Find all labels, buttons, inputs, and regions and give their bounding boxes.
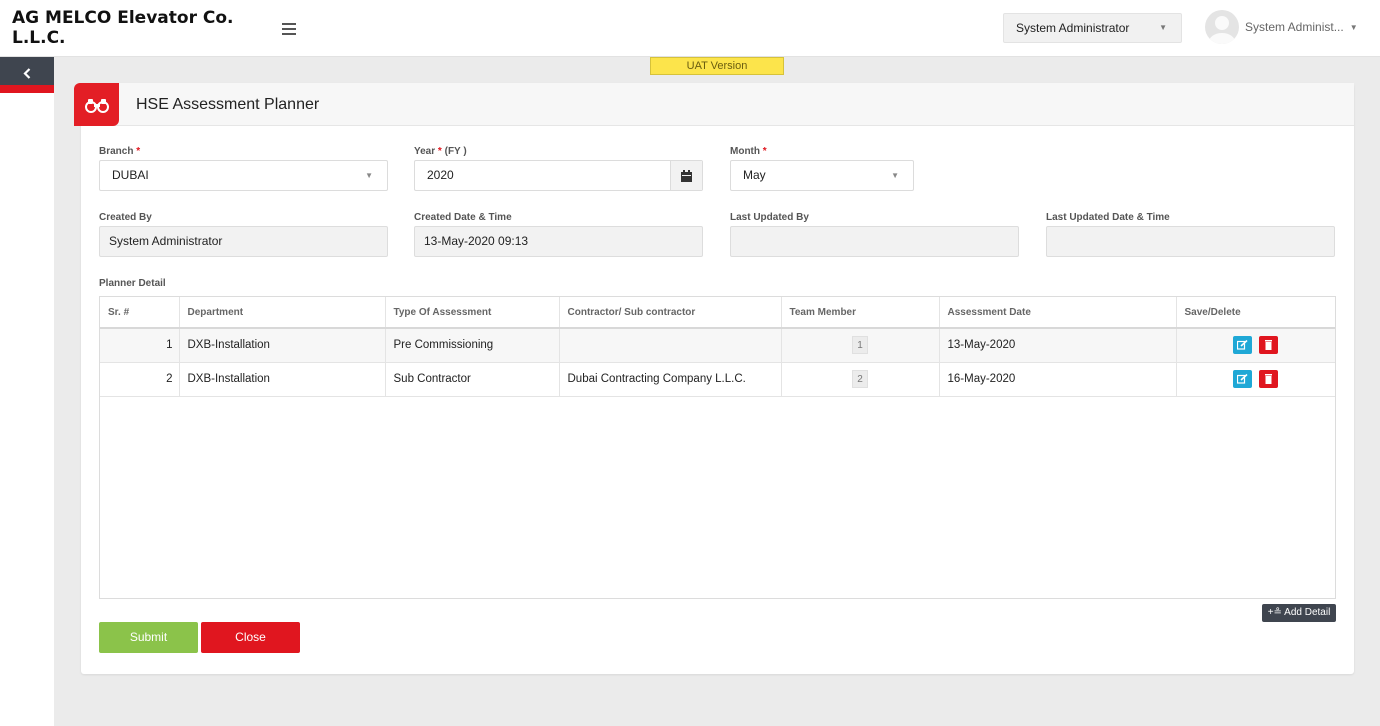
cell-sr: 1 bbox=[100, 328, 180, 363]
chevron-down-icon: ▼ bbox=[1159, 23, 1167, 32]
edit-icon bbox=[1237, 340, 1248, 350]
role-select-value: System Administrator bbox=[1016, 21, 1130, 35]
planner-detail-label: Planner Detail bbox=[99, 278, 166, 289]
column-header-department[interactable]: Department bbox=[179, 297, 386, 329]
table-row[interactable]: 2 DXB-Installation Sub Contractor Dubai … bbox=[100, 362, 1335, 397]
cell-sr: 2 bbox=[100, 362, 180, 397]
chevron-left-icon bbox=[23, 67, 31, 79]
sidebar-collapse-button[interactable] bbox=[0, 57, 54, 93]
chevron-down-icon: ▼ bbox=[1349, 22, 1358, 32]
user-name: System Administ... bbox=[1245, 20, 1344, 34]
column-header-contractor[interactable]: Contractor/ Sub contractor bbox=[559, 297, 782, 329]
menu-toggle-icon[interactable] bbox=[282, 23, 296, 35]
last-updated-date-label: Last Updated Date & Time bbox=[1046, 212, 1170, 223]
column-header-actions: Save/Delete bbox=[1176, 297, 1335, 329]
page-title: HSE Assessment Planner bbox=[136, 96, 320, 113]
edit-row-button[interactable] bbox=[1233, 336, 1253, 355]
column-header-type[interactable]: Type Of Assessment bbox=[385, 297, 560, 329]
cell-contractor: Dubai Contracting Company L.L.C. bbox=[559, 362, 782, 397]
uat-version-badge: UAT Version bbox=[650, 57, 784, 75]
last-updated-date-field bbox=[1046, 226, 1335, 257]
table-header-row: Sr. # Department Type Of Assessment Cont… bbox=[100, 297, 1335, 329]
add-detail-button[interactable]: +≗ Add Detail bbox=[1262, 604, 1336, 622]
created-date-label: Created Date & Time bbox=[414, 212, 512, 223]
card-header: HSE Assessment Planner bbox=[74, 83, 1354, 126]
column-header-team[interactable]: Team Member bbox=[781, 297, 940, 329]
cell-date: 16-May-2020 bbox=[939, 362, 1177, 397]
delete-row-button[interactable] bbox=[1259, 336, 1279, 355]
edit-row-button[interactable] bbox=[1233, 370, 1253, 388]
role-select[interactable]: System Administrator ▼ bbox=[1003, 13, 1182, 43]
branch-select[interactable]: DUBAI ▼ bbox=[99, 160, 388, 191]
column-header-sr[interactable]: Sr. # bbox=[100, 297, 180, 329]
column-header-date[interactable]: Assessment Date bbox=[939, 297, 1177, 329]
submit-button[interactable]: Submit bbox=[99, 622, 198, 653]
close-button[interactable]: Close bbox=[201, 622, 300, 653]
cell-team: 2 bbox=[781, 362, 940, 397]
add-user-icon: +≗ bbox=[1267, 607, 1282, 618]
created-by-label: Created By bbox=[99, 212, 152, 223]
company-logo-text: AG MELCO Elevator Co. L.L.C. bbox=[12, 8, 234, 48]
calendar-icon[interactable] bbox=[670, 161, 702, 190]
created-by-field: System Administrator bbox=[99, 226, 388, 257]
team-count-badge[interactable]: 2 bbox=[852, 370, 868, 388]
chevron-down-icon: ▼ bbox=[891, 171, 899, 180]
month-label: Month * bbox=[730, 146, 767, 157]
cell-date: 13-May-2020 bbox=[939, 328, 1177, 363]
month-select[interactable]: May ▼ bbox=[730, 160, 914, 191]
cell-actions bbox=[1176, 362, 1335, 397]
binoculars-icon bbox=[74, 83, 119, 126]
sidebar bbox=[0, 57, 54, 726]
cell-department: DXB-Installation bbox=[179, 328, 386, 363]
cell-type: Pre Commissioning bbox=[385, 328, 560, 363]
created-date-field: 13-May-2020 09:13 bbox=[414, 226, 703, 257]
last-updated-by-field bbox=[730, 226, 1019, 257]
edit-icon bbox=[1237, 374, 1248, 384]
user-menu[interactable]: System Administ... ▼ bbox=[1205, 10, 1358, 44]
trash-icon bbox=[1265, 374, 1273, 384]
top-bar: AG MELCO Elevator Co. L.L.C. System Admi… bbox=[0, 0, 1380, 57]
table-row[interactable]: 1 DXB-Installation Pre Commissioning 1 1… bbox=[100, 328, 1335, 363]
cell-department: DXB-Installation bbox=[179, 362, 386, 397]
branch-label: Branch * bbox=[99, 146, 141, 157]
cell-team: 1 bbox=[781, 328, 940, 363]
chevron-down-icon: ▼ bbox=[365, 171, 373, 180]
last-updated-by-label: Last Updated By bbox=[730, 212, 809, 223]
team-count-badge[interactable]: 1 bbox=[852, 336, 868, 355]
year-input[interactable]: 2020 bbox=[414, 160, 703, 191]
planner-table: Sr. # Department Type Of Assessment Cont… bbox=[99, 296, 1336, 599]
delete-row-button[interactable] bbox=[1259, 370, 1279, 388]
cell-type: Sub Contractor bbox=[385, 362, 560, 397]
trash-icon bbox=[1265, 340, 1273, 351]
cell-contractor bbox=[559, 328, 782, 363]
avatar bbox=[1205, 10, 1239, 44]
cell-actions bbox=[1176, 328, 1335, 363]
year-label: Year * (FY ) bbox=[414, 146, 467, 157]
planner-card: HSE Assessment Planner Branch * DUBAI ▼ … bbox=[74, 83, 1354, 674]
